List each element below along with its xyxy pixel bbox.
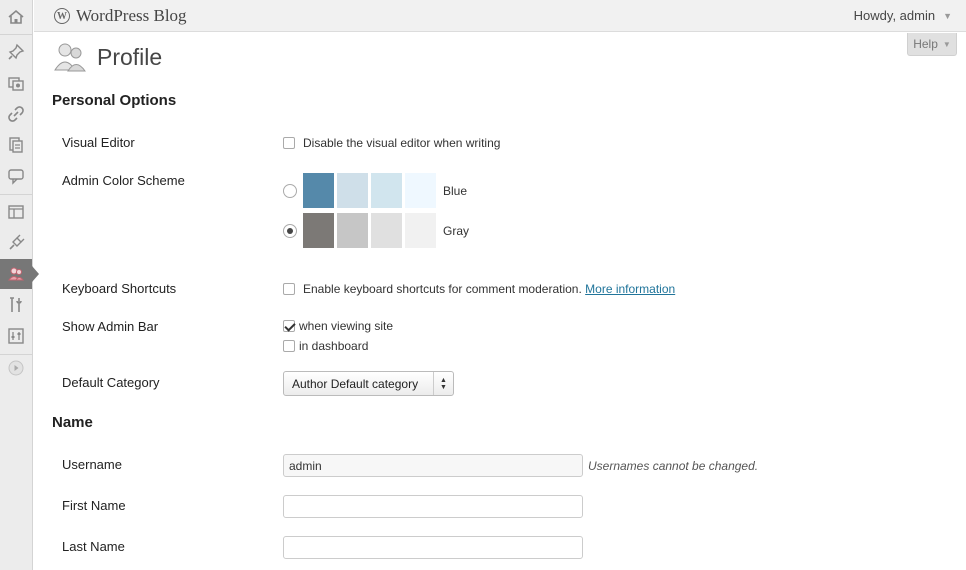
visual-editor-label: Visual Editor: [62, 135, 135, 150]
chevron-down-icon: ▼: [943, 10, 952, 21]
user-menu[interactable]: Howdy, admin ▼: [854, 8, 952, 23]
greeting-text: Howdy, admin: [853, 8, 936, 23]
color-swatch: [303, 213, 334, 248]
visual-editor-field: Disable the visual editor when writing: [283, 136, 500, 150]
keyboard-shortcuts-label: Keyboard Shortcuts: [62, 281, 177, 296]
admin-bar-dashboard-option: in dashboard: [283, 339, 368, 353]
dashboard-icon[interactable]: [0, 2, 32, 32]
color-scheme-option-blue[interactable]: Blue: [283, 173, 467, 208]
tools-icon[interactable]: [0, 290, 32, 320]
keyboard-shortcuts-checkbox-text: Enable keyboard shortcuts for comment mo…: [303, 282, 582, 296]
admin-bar-site-option: when viewing site: [283, 319, 393, 333]
page-title: Profile: [97, 43, 163, 70]
color-swatch: [371, 173, 402, 208]
keyboard-shortcuts-checkbox[interactable]: [283, 283, 295, 295]
admin-header: W WordPress Blog Howdy, admin ▼: [34, 0, 966, 32]
admin-sidebar: [0, 0, 39, 570]
plugins-icon[interactable]: [0, 228, 32, 258]
site-title: WordPress Blog: [76, 6, 187, 25]
default-category-select[interactable]: Author Default category ▲ ▼: [283, 371, 454, 396]
username-label: Username: [62, 457, 122, 472]
color-swatch: [405, 213, 436, 248]
color-swatch: [337, 213, 368, 248]
chevron-down-icon: ▼: [942, 39, 951, 49]
more-information-link[interactable]: More information: [585, 282, 675, 296]
admin-bar-dashboard-checkbox[interactable]: [283, 340, 295, 352]
color-swatch: [337, 173, 368, 208]
admin-bar-dashboard-text: in dashboard: [299, 339, 369, 353]
admin-bar-site-text: when viewing site: [299, 319, 394, 333]
personal-options-heading: Personal Options: [52, 92, 177, 109]
help-label: Help: [913, 37, 938, 51]
color-scheme-name: Blue: [443, 183, 468, 198]
users-icon[interactable]: [0, 259, 39, 289]
color-swatch: [371, 213, 402, 248]
pages-icon[interactable]: [0, 130, 32, 160]
first-name-label: First Name: [62, 498, 126, 513]
username-value: admin: [289, 458, 322, 473]
pin-icon[interactable]: [0, 37, 32, 67]
media-icon[interactable]: [0, 68, 32, 98]
page-header: Profile: [53, 40, 162, 74]
last-name-field[interactable]: [283, 536, 583, 559]
collapse-icon[interactable]: [0, 353, 32, 383]
username-field: admin: [283, 454, 583, 477]
color-scheme-name: Gray: [443, 223, 470, 238]
color-scheme-label: Admin Color Scheme: [62, 173, 185, 188]
links-icon[interactable]: [0, 99, 32, 129]
show-admin-bar-label: Show Admin Bar: [62, 319, 159, 334]
default-category-value: Author Default category: [292, 376, 419, 391]
visual-editor-checkbox[interactable]: [283, 137, 295, 149]
wordpress-logo-icon: W: [54, 8, 70, 24]
profile-icon: [53, 40, 87, 74]
visual-editor-checkbox-text: Disable the visual editor when writing: [303, 136, 501, 150]
last-name-label: Last Name: [62, 539, 125, 554]
color-scheme-radio[interactable]: [283, 223, 297, 238]
comments-icon[interactable]: [0, 161, 32, 191]
first-name-field[interactable]: [283, 495, 583, 518]
default-category-label: Default Category: [62, 375, 160, 390]
settings-icon[interactable]: [0, 321, 32, 351]
name-heading: Name: [52, 414, 93, 431]
appearance-icon[interactable]: [0, 197, 32, 227]
username-hint: Usernames cannot be changed.: [588, 459, 759, 473]
help-button[interactable]: Help ▼: [907, 33, 957, 56]
color-scheme-option-gray[interactable]: Gray: [283, 213, 469, 248]
color-scheme-radio[interactable]: [283, 183, 297, 198]
keyboard-shortcuts-field: Enable keyboard shortcuts for comment mo…: [283, 282, 675, 296]
select-arrows-icon: ▲ ▼: [433, 372, 453, 395]
admin-bar-site-checkbox[interactable]: [283, 320, 295, 332]
site-title-link[interactable]: W WordPress Blog: [54, 6, 187, 26]
color-swatch: [405, 173, 436, 208]
color-swatch: [303, 173, 334, 208]
